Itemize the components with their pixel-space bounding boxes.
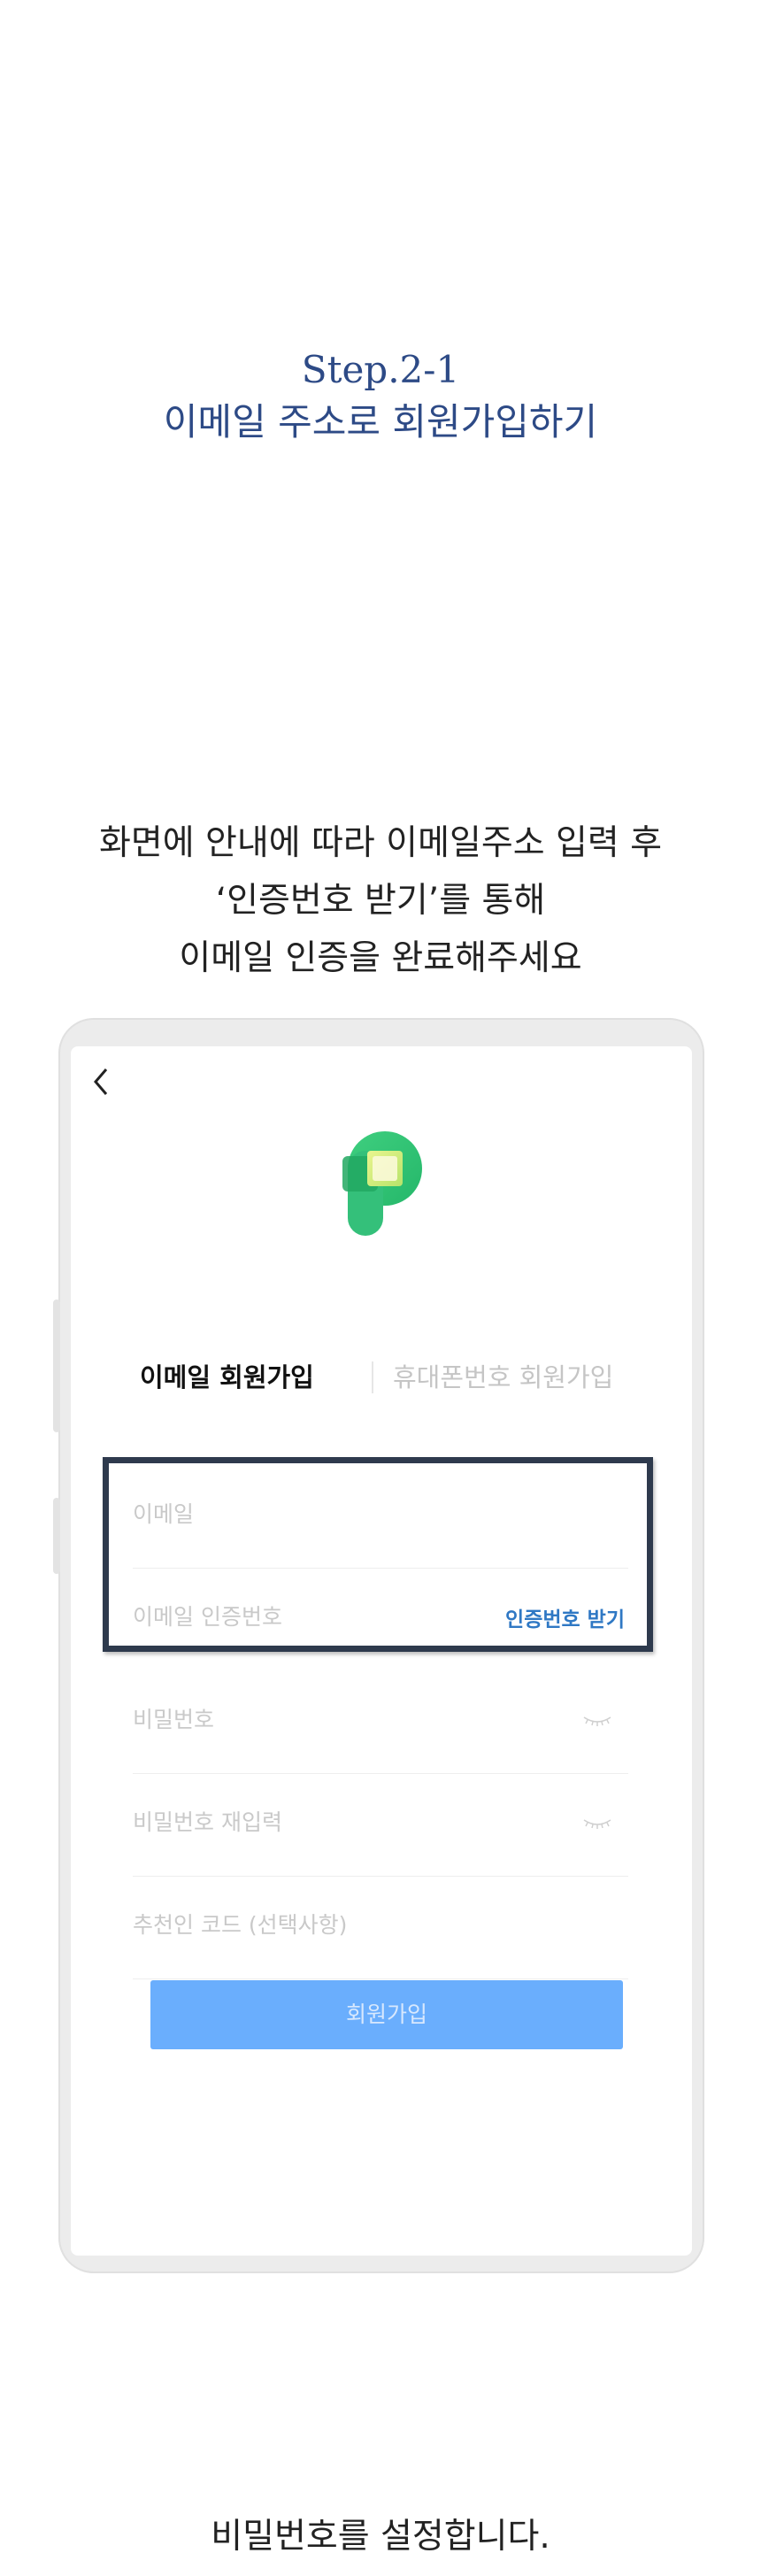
- password-input[interactable]: [133, 1693, 575, 1746]
- password-field-row: [133, 1671, 628, 1774]
- referral-code-row: [133, 1877, 628, 1979]
- eye-closed-icon[interactable]: [582, 1714, 612, 1728]
- step-title: 이메일 주소로 회원가입하기: [163, 400, 598, 443]
- instruction-line-3: 이메일 인증을 완료해주세요: [179, 938, 582, 978]
- email-verification-highlight-box: [103, 1457, 653, 1652]
- field-underline: [133, 1978, 628, 1979]
- instruction-text: 화면에 안내에 따라 이메일주소 입력 후 ‘인증번호 받기’를 통해 이메일 …: [0, 814, 761, 987]
- signup-tabs: 이메일 회원가입 휴대폰번호 회원가입: [133, 1358, 628, 1400]
- password-confirm-input[interactable]: [133, 1795, 575, 1848]
- step-heading: Step.2-1 이메일 주소로 회원가입하기: [0, 345, 761, 450]
- phone-side-button: [53, 1300, 60, 1432]
- eye-closed-icon[interactable]: [582, 1816, 612, 1831]
- tab-divider: [372, 1361, 373, 1393]
- step-number: Step.2-1: [301, 348, 460, 391]
- app-logo: [342, 1131, 422, 1236]
- tab-email-signup[interactable]: 이메일 회원가입: [140, 1358, 314, 1397]
- instruction-line-2: ‘인증번호 받기’를 통해: [215, 881, 546, 921]
- next-step-text: 비밀번호를 설정합니다.: [211, 2517, 550, 2557]
- tab-phone-signup[interactable]: 휴대폰번호 회원가입: [393, 1358, 613, 1397]
- signup-button[interactable]: 회원가입: [150, 1980, 623, 2049]
- phone-side-button: [53, 1498, 60, 1574]
- app-screen: 이메일 회원가입 휴대폰번호 회원가입 인증번호 받기: [71, 1046, 692, 2256]
- back-chevron-icon[interactable]: [88, 1064, 113, 1099]
- referral-code-input[interactable]: [133, 1898, 628, 1951]
- phone-frame: 이메일 회원가입 휴대폰번호 회원가입 인증번호 받기: [53, 1018, 704, 2273]
- password-confirm-field-row: [133, 1774, 628, 1877]
- instruction-line-1: 화면에 안내에 따라 이메일주소 입력 후: [98, 823, 663, 863]
